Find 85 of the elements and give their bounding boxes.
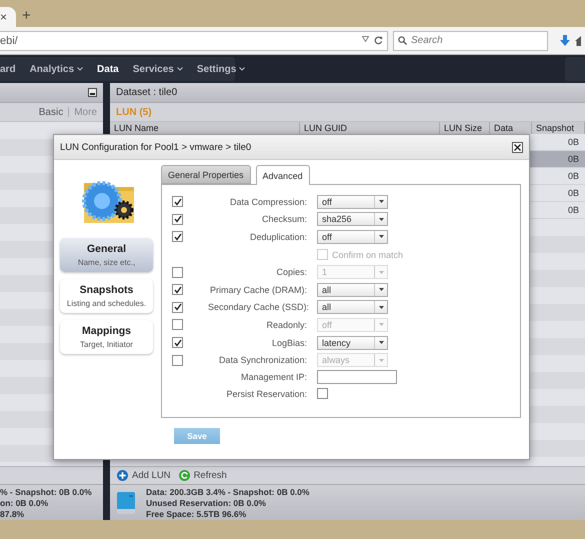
section-title: Snapshots xyxy=(80,284,134,296)
lun-heading: LUN (5) xyxy=(116,106,152,118)
checkbox[interactable] xyxy=(172,231,183,242)
table-cell-text: 0B xyxy=(566,171,580,181)
address-field[interactable]: ebi/ xyxy=(0,30,388,50)
dropdown[interactable]: sha256 xyxy=(317,212,388,226)
field-label: Copies: xyxy=(275,267,307,278)
tab-close[interactable]: × xyxy=(0,11,8,23)
caret-icon xyxy=(378,288,384,292)
field-label: Readonly: xyxy=(265,320,307,330)
browser-tab[interactable]: × xyxy=(0,7,16,27)
table-cell-text: 0B xyxy=(566,154,580,164)
caret-icon xyxy=(378,306,384,309)
checkbox[interactable] xyxy=(172,284,183,296)
section-card[interactable]: Snapshots Listing and schedules. xyxy=(60,279,153,313)
reload-icon[interactable] xyxy=(374,36,383,45)
nav-item[interactable]: Settings xyxy=(196,64,246,74)
stat-text: Free Space: 5.5TB 96.6% xyxy=(146,508,248,518)
checkbox[interactable] xyxy=(172,302,183,313)
nav-item[interactable]: Data xyxy=(97,64,119,74)
section-card[interactable]: General Name, size etc., xyxy=(60,238,153,272)
table-cell-text: 0B xyxy=(566,137,580,147)
close-button[interactable] xyxy=(512,142,523,152)
field-label: LogBias: xyxy=(270,338,307,348)
chevron-icon xyxy=(77,67,84,71)
stat-text: on: 0B 0.0% xyxy=(0,498,50,508)
checkbox[interactable] xyxy=(172,214,183,225)
home-icon[interactable] xyxy=(575,35,581,46)
dropdown[interactable]: off xyxy=(317,230,388,244)
field-label: Data Compression: xyxy=(228,196,307,207)
caret-icon xyxy=(378,323,384,326)
section-subtitle: Name, size etc., xyxy=(78,258,136,267)
minus-icon xyxy=(90,93,95,95)
search-icon xyxy=(398,36,407,45)
stat-text: 87.8% xyxy=(0,508,26,518)
caret-icon xyxy=(378,341,384,344)
caret-icon xyxy=(378,270,384,274)
search-field[interactable]: Search xyxy=(393,30,548,50)
minimize-button[interactable] xyxy=(88,88,97,97)
tab[interactable]: Advanced xyxy=(256,165,310,185)
dropdown[interactable]: all xyxy=(317,282,388,297)
checkbox[interactable] xyxy=(172,196,183,208)
section-subtitle: Listing and schedules. xyxy=(66,299,146,308)
download-icon[interactable] xyxy=(560,35,570,46)
dropdown[interactable]: all xyxy=(317,300,388,314)
caret-icon xyxy=(378,235,384,238)
table-cell-text: 0B xyxy=(566,205,580,215)
refresh-icon xyxy=(178,470,190,481)
stat-text: Data: 200.3GB 3.4% - Snapshot: 0B 0.0% xyxy=(146,486,310,496)
dropdown-icon[interactable] xyxy=(362,36,369,42)
plus-icon xyxy=(117,470,128,481)
dropdown[interactable]: latency xyxy=(317,336,388,350)
new-tab-button[interactable]: + xyxy=(22,7,31,27)
mode-link[interactable]: Basic xyxy=(38,106,64,118)
panel-title: Dataset : tile0 xyxy=(116,87,178,98)
field-label: Primary Cache (DRAM): xyxy=(208,284,307,295)
checkbox-label: Confirm on match xyxy=(332,250,404,260)
nav-item[interactable]: Analytics xyxy=(30,64,84,74)
stat-text: % - Snapshot: 0B 0.0% xyxy=(0,486,92,496)
checkbox[interactable] xyxy=(317,388,328,400)
chevron-icon xyxy=(176,67,183,71)
checkbox[interactable] xyxy=(172,337,183,348)
toolbar-button[interactable]: Add LUN xyxy=(117,470,171,481)
disk-icon xyxy=(116,492,136,514)
caret-icon xyxy=(378,358,384,362)
dialog-title: LUN Configuration for Pool1 > vmware > tile0 xyxy=(60,142,252,152)
section-card[interactable]: Mappings Target, Initiator xyxy=(60,320,153,354)
table-cell-text: 0B xyxy=(566,188,580,198)
field-label: Checksum: xyxy=(260,214,307,224)
field-label: Persist Reservation: xyxy=(225,388,307,399)
toolbar-button[interactable]: Refresh xyxy=(178,470,227,481)
section-subtitle: Target, Initiator xyxy=(80,340,133,349)
section-title: Mappings xyxy=(82,325,131,337)
tab[interactable]: General Properties xyxy=(161,165,251,184)
nav-item[interactable]: ard xyxy=(0,64,16,74)
nav-item[interactable]: Services xyxy=(132,64,183,74)
stat-text: Unused Reservation: 0B 0.0% xyxy=(146,498,267,508)
field-label: Secondary Cache (SSD): xyxy=(208,302,307,312)
section-title: General xyxy=(86,243,126,255)
input-field[interactable] xyxy=(317,370,397,384)
field-label: Deduplication: xyxy=(248,232,307,242)
chevron-icon xyxy=(239,67,246,71)
field-label: Management IP: xyxy=(240,372,307,382)
field-label: Data Synchronization: xyxy=(218,355,307,366)
dropdown[interactable]: off xyxy=(317,194,388,209)
